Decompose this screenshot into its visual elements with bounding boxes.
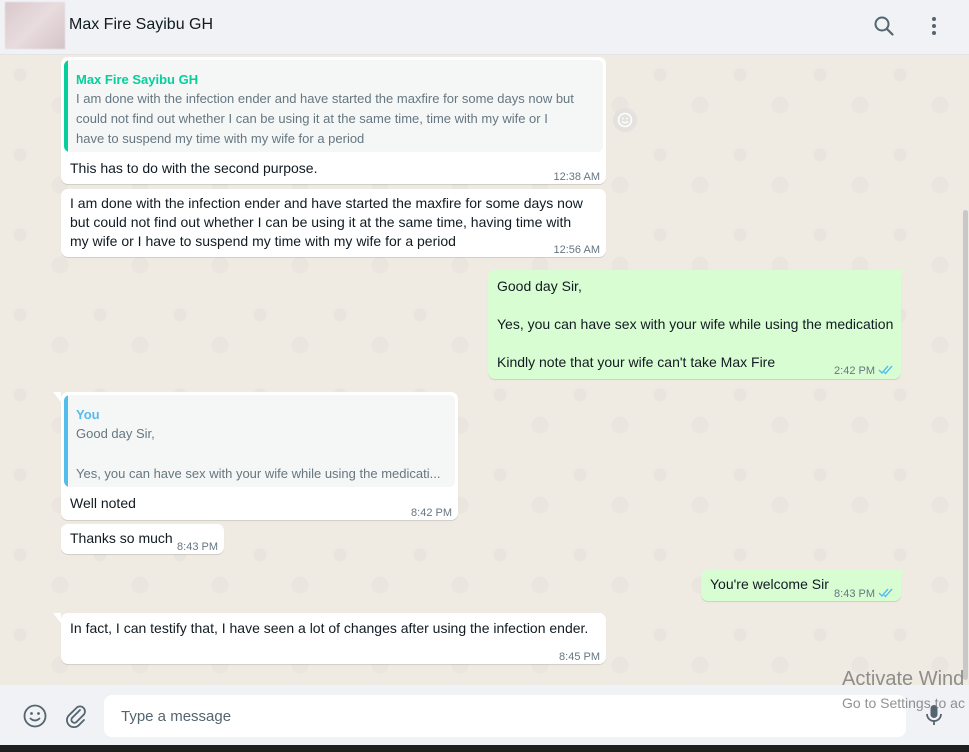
message-incoming[interactable]: Max Fire Sayibu GH I am done with the in… [61, 57, 606, 184]
message-time: 8:42 PM [411, 507, 452, 519]
chat-scrollbar[interactable] [963, 210, 968, 680]
paperclip-icon[interactable] [63, 703, 89, 729]
message-text: Good day Sir, Yes, you can have sex with… [497, 278, 894, 370]
bubble-tail [53, 613, 61, 623]
quote-text: I am done with the infection ender and h… [76, 91, 574, 146]
message-time: 2:42 PM [834, 365, 875, 377]
quote-author: You [76, 407, 100, 422]
quote-text: Good day Sir, Yes, you can have sex with… [76, 426, 441, 481]
message-incoming[interactable]: You Good day Sir, Yes, you can have sex … [61, 392, 458, 520]
chat-area[interactable]: Max Fire Sayibu GH I am done with the in… [0, 55, 969, 685]
message-outgoing[interactable]: You're welcome Sir 8:43 PM [701, 570, 901, 601]
message-input[interactable] [104, 695, 906, 737]
quote-bar [64, 60, 68, 152]
quote-author: Max Fire Sayibu GH [76, 72, 199, 87]
quoted-message[interactable]: You Good day Sir, Yes, you can have sex … [64, 395, 455, 487]
message-text: Well noted [70, 495, 136, 511]
chat-header: Max Fire Sayibu GH [0, 0, 969, 55]
message-outgoing[interactable]: Good day Sir, Yes, you can have sex with… [488, 270, 901, 379]
message-text: In fact, I can testify that, I have seen… [70, 620, 589, 636]
message-meta: 8:43 PM [834, 585, 894, 605]
message-time: 8:43 PM [834, 588, 875, 600]
message-text: This has to do with the second purpose. [70, 160, 318, 176]
message-time: 12:56 AM [553, 244, 600, 256]
search-icon[interactable] [872, 14, 896, 38]
emoji-icon[interactable] [22, 703, 48, 729]
bubble-tail [53, 392, 61, 402]
contact-avatar[interactable] [5, 2, 65, 49]
screen-bottom-bar [0, 745, 969, 752]
double-check-icon [878, 586, 894, 605]
bubble-tail [897, 570, 905, 580]
react-emoji-icon[interactable] [613, 108, 637, 132]
message-meta: 2:42 PM [834, 362, 894, 382]
quote-bar [64, 395, 68, 487]
message-text: You're welcome Sir [710, 576, 829, 592]
kebab-menu-icon[interactable] [922, 14, 946, 38]
contact-name[interactable]: Max Fire Sayibu GH [69, 16, 213, 34]
message-text: Thanks so much [70, 530, 173, 546]
message-time: 8:43 PM [177, 541, 218, 553]
double-check-icon [878, 363, 894, 382]
bubble-tail [897, 270, 905, 280]
message-time: 12:38 AM [553, 171, 600, 183]
microphone-icon[interactable] [921, 702, 947, 728]
message-incoming[interactable]: Thanks so much 8:43 PM [61, 524, 224, 554]
message-text: I am done with the infection ender and h… [70, 195, 583, 249]
message-time: 8:45 PM [559, 651, 600, 663]
message-incoming[interactable]: I am done with the infection ender and h… [61, 189, 606, 257]
message-incoming[interactable]: In fact, I can testify that, I have seen… [61, 613, 606, 664]
message-composer [0, 685, 969, 745]
quoted-message[interactable]: Max Fire Sayibu GH I am done with the in… [64, 60, 603, 152]
